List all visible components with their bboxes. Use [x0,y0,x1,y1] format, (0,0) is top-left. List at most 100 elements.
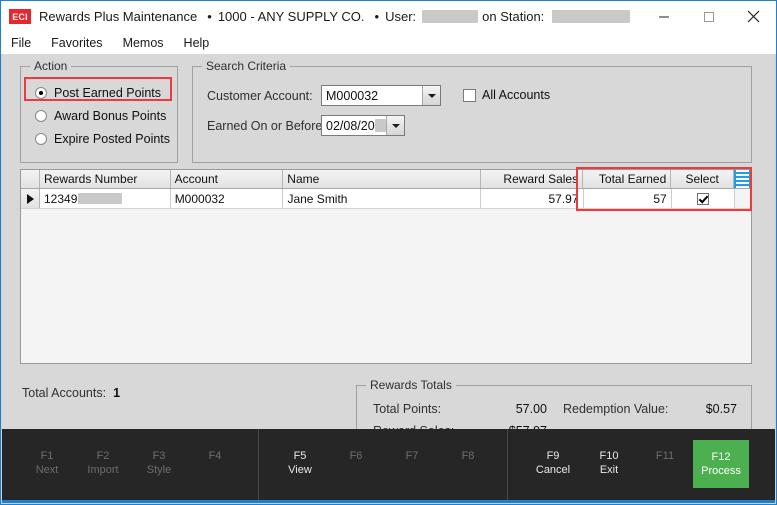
total-accounts-value: 1 [113,386,121,400]
total-accounts-label: Total Accounts: [22,386,107,400]
action-group-box: Action Post Earned Points Award Bonus Po… [20,59,178,163]
column-header-rewards-number[interactable]: Rewards Number [40,170,171,188]
fkey-f1-name: F1 [40,450,54,462]
fkey-f9-label: Cancel [535,464,571,476]
redacted-rewards-number [78,193,123,204]
cell-filler [734,189,751,208]
fkey-f2-label: Import [87,464,119,476]
column-header-reward-sales[interactable]: Reward Sales [480,170,584,188]
fkey-separator-1 [258,429,259,500]
menu-item-memos[interactable]: Memos [121,34,173,52]
grid-header-corner [21,170,40,188]
fkey-f5-view[interactable]: F5 View [272,449,328,477]
maximize-button[interactable] [686,1,731,32]
fkey-f11[interactable]: F11 [637,449,693,463]
radio-label-post-earned-points: Post Earned Points [54,86,162,100]
all-accounts-checkbox[interactable] [463,88,476,102]
radio-icon-expire-posted-points [35,133,47,145]
fkey-f12-process-button[interactable]: F12 Process [693,440,749,488]
fkey-f6-name: F6 [349,450,363,462]
search-criteria-group-box: Search Criteria Customer Account: M00003… [192,59,752,163]
customer-account-combo[interactable]: M000032 [321,85,441,106]
function-key-bar: F1 Next F2 Import F3 Style F4 F5 View F6… [2,429,775,503]
fkey-f5-label: View [288,464,312,476]
radio-award-bonus-points[interactable]: Award Bonus Points [35,109,166,123]
window-title: Rewards Plus Maintenance • 1000 - ANY SU… [39,9,631,24]
fkey-f7-name: F7 [405,450,419,462]
window-title-company: 1000 - ANY SUPPLY CO. [217,9,365,24]
menu-item-file[interactable]: File [9,34,40,52]
fkey-separator-2 [507,429,508,500]
earned-on-value: 02/08/20 [322,116,386,135]
column-header-select[interactable]: Select [671,170,734,188]
fkey-f12-name: F12 [711,451,731,463]
fkey-f6[interactable]: F6 [328,449,384,463]
fkey-f4[interactable]: F4 [187,449,243,463]
fkey-f4-name: F4 [208,450,222,462]
radio-label-expire-posted-points: Expire Posted Points [54,132,171,146]
fkey-f8[interactable]: F8 [440,449,496,463]
column-header-account[interactable]: Account [170,170,284,188]
column-header-total-earned[interactable]: Total Earned [583,170,672,188]
grid-menu-icon[interactable] [734,170,751,188]
total-points-label: Total Points: [373,402,442,416]
grid-header-row: Rewards Number Account Name Reward Sales… [21,170,751,189]
title-separator-1: • [207,9,212,24]
cell-total-earned: 57 [583,189,672,208]
row-indicator-icon [21,189,40,208]
close-button[interactable] [731,1,776,32]
column-header-name[interactable]: Name [283,170,481,188]
window-title-station-label: on Station: [482,9,545,24]
table-row[interactable]: 12349 M000032 Jane Smith 57.97 57 [21,189,751,209]
chevron-down-icon-earned-on[interactable] [386,116,404,135]
application-window: ECI Rewards Plus Maintenance • 1000 - AN… [0,0,777,505]
fkey-f10-name: F10 [599,450,619,462]
rewards-totals-group-title: Rewards Totals [366,378,456,392]
chevron-down-icon-customer-account[interactable] [422,86,440,105]
fkey-f3-style[interactable]: F3 Style [131,449,187,477]
fkey-f8-name: F8 [461,450,475,462]
fkey-f5-name: F5 [293,450,307,462]
window-controls [641,1,776,32]
customer-account-value: M000032 [326,88,379,103]
fkey-f3-name: F3 [152,450,166,462]
fkey-f9-cancel[interactable]: F9 Cancel [525,449,581,477]
menu-item-help[interactable]: Help [182,34,219,52]
total-points-value: 57.00 [515,402,547,416]
earned-on-label: Earned On or Before: [207,119,326,133]
select-checkbox[interactable] [696,192,709,205]
fkey-f11-name: F11 [655,450,675,462]
customer-account-label: Customer Account: [207,89,313,103]
fkey-f10-exit[interactable]: F10 Exit [581,449,637,477]
earned-on-date-combo[interactable]: 02/08/20 [321,115,405,136]
cell-rewards-number: 12349 [40,189,171,208]
radio-expire-posted-points[interactable]: Expire Posted Points [35,132,170,146]
cell-reward-sales: 57.97 [481,189,584,208]
client-area: Action Post Earned Points Award Bonus Po… [2,54,775,445]
cell-name: Jane Smith [283,189,482,208]
menu-item-favorites[interactable]: Favorites [49,34,111,52]
redemption-value-value: $0.57 [705,402,737,416]
cell-account: M000032 [170,189,284,208]
redacted-date-year [374,119,386,132]
rewards-grid[interactable]: Rewards Number Account Name Reward Sales… [20,169,752,364]
total-accounts: Total Accounts: 1 [22,386,120,400]
redacted-station-value [552,10,631,23]
redemption-value-label: Redemption Value: [563,402,669,416]
cell-select[interactable] [671,189,735,208]
fkey-f2-name: F2 [96,450,110,462]
all-accounts-checkbox-row[interactable]: All Accounts [463,88,550,102]
minimize-button[interactable] [641,1,686,32]
fkey-f2-import[interactable]: F2 Import [75,449,131,477]
search-criteria-group-title: Search Criteria [202,59,291,73]
redacted-user-value [422,10,479,23]
radio-icon-post-earned-points [35,87,47,99]
window-title-user-label: User: [385,9,417,24]
fkey-f12-label: Process [701,465,741,477]
fkey-f1-next[interactable]: F1 Next [19,449,75,477]
fkey-f3-label: Style [146,464,172,476]
fkey-f9-name: F9 [546,450,560,462]
fkey-f1-label: Next [35,464,59,476]
radio-post-earned-points[interactable]: Post Earned Points [35,86,161,100]
fkey-f7[interactable]: F7 [384,449,440,463]
